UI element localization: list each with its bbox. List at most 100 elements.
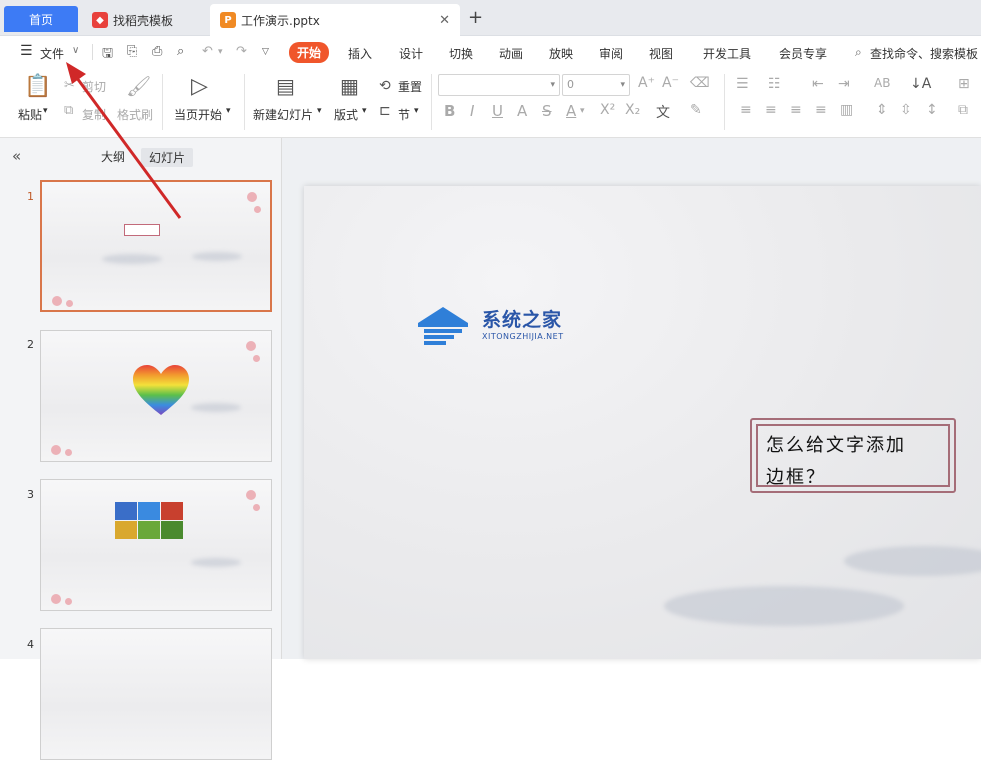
phonetic-icon[interactable]: 文 (656, 102, 670, 122)
underline-icon[interactable]: U (492, 102, 503, 120)
reset-button[interactable]: 重置 (398, 78, 422, 95)
file-menu[interactable]: 文件 (40, 45, 64, 62)
menu-developer[interactable]: 开发工具 (703, 45, 751, 62)
menu-transition[interactable]: 切换 (449, 45, 473, 62)
new-tab-icon[interactable]: + (468, 7, 483, 28)
print-icon[interactable]: ⎙ (152, 44, 162, 59)
command-search[interactable]: 查找命令、搜索模板 (870, 45, 978, 62)
decrease-indent-icon[interactable]: ⇤ (812, 76, 824, 92)
section-dropdown-icon[interactable]: ▾ (414, 106, 419, 116)
bordered-text-box[interactable]: 怎么给文字添加 边框？ (750, 418, 956, 493)
redo-icon[interactable]: ↷ (236, 44, 247, 59)
menu-animation[interactable]: 动画 (499, 45, 523, 62)
paste-dropdown-icon[interactable]: ▾ (43, 106, 48, 116)
bullet-list-icon[interactable]: ☰ (736, 76, 749, 92)
menu-view[interactable]: 视图 (649, 45, 673, 62)
sort-icon[interactable]: ↓A (910, 76, 931, 92)
slides-panel: « 大纲 幻灯片 1 2 3 4 (0, 138, 282, 760)
play-dropdown-icon[interactable]: ▾ (226, 106, 231, 116)
clear-format-icon[interactable]: ⌫ (690, 75, 710, 91)
blossom-decoration (254, 206, 261, 213)
increase-font-icon[interactable]: A⁺ (638, 75, 655, 91)
house-logo-icon (418, 307, 468, 345)
decrease-font-icon[interactable]: A⁻ (662, 75, 679, 91)
tab-outline[interactable]: 大纲 (101, 148, 125, 165)
spacing-dropdown-icon[interactable]: ↕ (926, 102, 938, 118)
photo-image (115, 502, 137, 520)
justify-icon[interactable]: ≡ (815, 102, 827, 118)
photo-image (138, 502, 160, 520)
new-slide-icon[interactable]: ▤ (276, 74, 295, 98)
menu-slideshow[interactable]: 放映 (549, 45, 573, 62)
undo-dropdown-icon[interactable]: ▾ (218, 47, 223, 57)
align-left-icon[interactable]: ≡ (740, 102, 752, 118)
cloud-decoration (191, 403, 241, 412)
new-slide-button[interactable]: 新建幻灯片 (253, 106, 313, 123)
font-color-dropdown-icon[interactable]: ▾ (580, 106, 585, 116)
chevron-down-icon[interactable]: ∨ (72, 45, 79, 56)
menu-review[interactable]: 审阅 (599, 45, 623, 62)
close-icon[interactable]: ✕ (439, 13, 450, 28)
line-spacing-icon[interactable]: ⇕ (876, 102, 888, 118)
text-direction-icon[interactable]: ⊞ (958, 76, 970, 92)
tab-slides[interactable]: 幻灯片 (141, 148, 194, 167)
slide-thumbnail-3[interactable] (40, 479, 272, 611)
play-from-current-button[interactable]: 当页开始 (174, 106, 222, 123)
italic-icon[interactable]: I (470, 102, 474, 120)
layout-dropdown-icon[interactable]: ▾ (362, 106, 367, 116)
font-size-select[interactable]: 0 ▾ (562, 74, 630, 96)
columns-icon[interactable]: ⧉ (958, 102, 968, 118)
slide-thumbnail-2[interactable] (40, 330, 272, 462)
save-icon[interactable]: 🖫 (102, 44, 113, 66)
distribute-icon[interactable]: ▥ (840, 102, 853, 118)
font-family-select[interactable]: ▾ (438, 74, 560, 96)
shadow-icon[interactable]: A (517, 102, 527, 120)
section-button[interactable]: 节 (398, 106, 410, 123)
strikethrough-icon[interactable]: S (542, 102, 552, 120)
text-case-icon[interactable]: AB (874, 76, 890, 90)
menu-home[interactable]: 开始 (289, 42, 330, 63)
blossom-decoration (247, 192, 257, 202)
font-color-icon[interactable]: A (566, 102, 576, 120)
print-preview-icon[interactable]: ⌕ (177, 44, 184, 59)
format-painter-button[interactable]: 格式刷 (117, 106, 153, 123)
current-slide[interactable]: 怎么给文字添加 边框？ (304, 186, 981, 659)
numbered-list-icon[interactable]: ☷ (768, 76, 781, 92)
bold-icon[interactable]: B (444, 102, 455, 120)
hamburger-icon[interactable]: ☰ (20, 43, 33, 59)
subscript-icon[interactable]: X₂ (625, 102, 640, 118)
export-icon[interactable]: ⎘ (127, 44, 137, 59)
paragraph-spacing-icon[interactable]: ⇳ (900, 102, 912, 118)
slide-thumbnail-1[interactable] (40, 180, 272, 312)
play-icon[interactable]: ▷ (191, 74, 208, 99)
superscript-icon[interactable]: X² (600, 102, 615, 118)
tab-document-label: 工作演示.pptx (241, 13, 320, 28)
paste-button[interactable]: 粘贴 (18, 106, 42, 123)
slide-thumbnail-4[interactable] (40, 628, 272, 760)
cut-button[interactable]: 剪切 (82, 78, 106, 95)
align-right-icon[interactable]: ≡ (790, 102, 802, 118)
reset-icon: ⟲ (379, 78, 391, 94)
paste-icon[interactable]: 📋 (24, 74, 51, 99)
layout-icon[interactable]: ▦ (340, 74, 359, 98)
tab-template[interactable]: ◆ 找稻壳模板 (82, 4, 206, 36)
new-slide-dropdown-icon[interactable]: ▾ (317, 106, 322, 116)
undo-icon[interactable]: ↶ (202, 44, 213, 59)
slide-number: 1 (27, 190, 34, 203)
highlight-icon[interactable]: ✎ (690, 102, 702, 118)
collapse-panel-icon[interactable]: « (12, 147, 21, 165)
menu-design[interactable]: 设计 (399, 45, 423, 62)
menu-insert[interactable]: 插入 (348, 45, 372, 62)
tab-document[interactable]: P 工作演示.pptx ✕ (210, 4, 460, 36)
copy-button[interactable]: 复制 (82, 106, 106, 123)
layout-button[interactable]: 版式 (334, 106, 358, 123)
align-center-icon[interactable]: ≡ (765, 102, 777, 118)
menu-member[interactable]: 会员专享 (779, 45, 827, 62)
increase-indent-icon[interactable]: ⇥ (838, 76, 850, 92)
customize-dropdown-icon[interactable]: ▽ (262, 47, 269, 57)
text-box-content[interactable]: 怎么给文字添加 边框？ (756, 424, 950, 488)
tab-home[interactable]: 首页 (4, 6, 78, 32)
search-icon[interactable]: ⌕ (855, 45, 862, 60)
cloud-decoration (844, 546, 981, 576)
scissors-icon: ✂ (64, 78, 75, 93)
